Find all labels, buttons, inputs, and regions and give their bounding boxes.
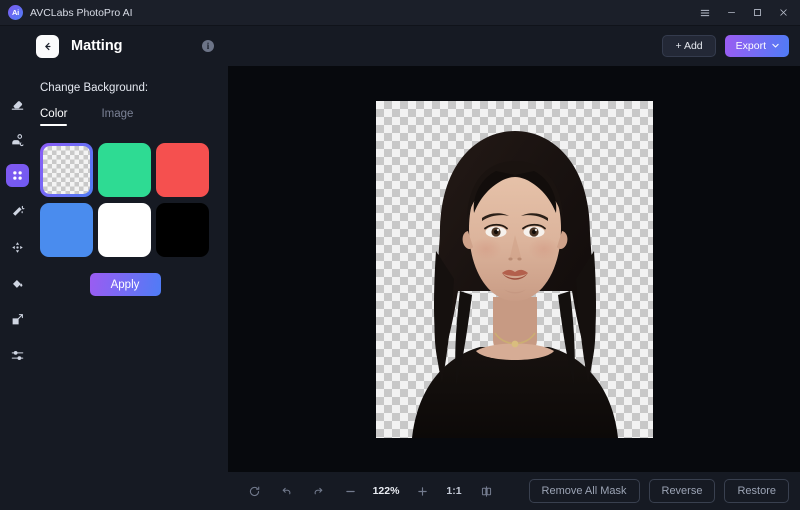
color-swatch-grid (40, 143, 228, 257)
swatch-blue[interactable] (40, 203, 93, 257)
zoom-in-button[interactable] (406, 478, 438, 504)
apply-button[interactable]: Apply (89, 273, 161, 296)
maximize-icon[interactable] (744, 2, 770, 24)
resize-icon (10, 312, 25, 327)
app-logo-icon: Ai (8, 5, 23, 20)
zoom-out-button[interactable] (334, 478, 366, 504)
tab-image[interactable]: Image (101, 108, 133, 126)
swatch-black[interactable] (156, 203, 209, 257)
export-button[interactable]: Export (724, 35, 789, 57)
reset-button[interactable] (238, 478, 270, 504)
main-body: Matting i Change Background: Color Image (0, 26, 800, 510)
app-title: AVCLabs PhotoPro AI (30, 6, 133, 19)
workspace: + Add Export 122% 1:1 Remove All Mask Re… (228, 26, 800, 510)
minus-icon (344, 485, 357, 498)
sidebar-item-adjust[interactable] (6, 344, 29, 367)
bottom-toolbar: 122% 1:1 Remove All Mask Reverse Restore (228, 472, 800, 510)
info-icon[interactable]: i (202, 40, 214, 52)
compare-button[interactable] (470, 478, 502, 504)
sidebar-item-eraser[interactable] (6, 92, 29, 115)
sidebar-item-magic-wand[interactable] (6, 200, 29, 223)
workspace-toolbar: + Add Export (228, 26, 800, 66)
magic-wand-icon (10, 204, 25, 219)
sidebar-item-resize[interactable] (6, 308, 29, 331)
side-panel: Matting i Change Background: Color Image (34, 26, 228, 510)
sidebar-item-colorize[interactable] (6, 272, 29, 295)
eraser-icon (10, 96, 25, 111)
sidebar-item-enhance[interactable] (6, 236, 29, 259)
hamburger-menu-icon[interactable] (692, 2, 718, 24)
paint-bucket-icon (10, 276, 25, 291)
expand-arrows-icon (10, 240, 25, 255)
arrow-left-icon (45, 42, 51, 50)
title-bar: Ai AVCLabs PhotoPro AI (0, 0, 800, 26)
transparent-checker-icon (43, 146, 90, 194)
app-window: Ai AVCLabs PhotoPro AI Matting i Change … (0, 0, 800, 510)
plus-icon (416, 485, 429, 498)
sidebar-item-matting[interactable] (5, 164, 29, 187)
restore-button[interactable]: Restore (724, 479, 789, 503)
undo-button[interactable] (270, 478, 302, 504)
add-button[interactable]: + Add (662, 35, 716, 57)
redo-icon (312, 485, 325, 498)
portrait-gear-icon (10, 132, 25, 147)
zoom-controls: 122% 1:1 (238, 478, 502, 504)
chevron-down-icon (771, 41, 780, 52)
zoom-ratio-button[interactable]: 1:1 (438, 485, 470, 497)
remove-all-mask-button[interactable]: Remove All Mask (528, 479, 640, 503)
panel-body: Change Background: Color Image Apply (34, 66, 228, 296)
back-button[interactable] (36, 34, 59, 58)
sidebar-item-portrait-retouch[interactable] (6, 128, 29, 151)
apply-row: Apply (40, 273, 210, 296)
undo-icon (280, 485, 293, 498)
swatch-green[interactable] (98, 143, 151, 197)
tab-color[interactable]: Color (40, 108, 68, 126)
split-compare-icon (480, 485, 493, 498)
portrait-photo (411, 130, 618, 438)
redo-button[interactable] (302, 478, 334, 504)
swatch-transparent[interactable] (40, 143, 93, 197)
background-type-tabs: Color Image (40, 108, 228, 126)
image-canvas[interactable] (228, 66, 800, 472)
app-brand: Ai AVCLabs PhotoPro AI (8, 5, 133, 20)
export-label: Export (735, 40, 766, 52)
sliders-icon (10, 348, 25, 363)
swatch-white[interactable] (98, 203, 151, 257)
page-title: Matting (71, 38, 123, 54)
matting-icon (10, 168, 25, 183)
zoom-level: 122% (372, 485, 400, 497)
window-controls (692, 2, 796, 24)
minimize-icon[interactable] (718, 2, 744, 24)
photo-with-transparent-bg[interactable] (375, 100, 653, 438)
panel-header: Matting i (34, 26, 228, 66)
mask-actions: Remove All Mask Reverse Restore (528, 479, 789, 503)
reverse-button[interactable]: Reverse (648, 479, 716, 503)
close-icon[interactable] (770, 2, 796, 24)
swatch-red[interactable] (156, 143, 209, 197)
tool-rail (0, 26, 34, 510)
refresh-icon (248, 485, 261, 498)
change-background-label: Change Background: (40, 82, 149, 94)
